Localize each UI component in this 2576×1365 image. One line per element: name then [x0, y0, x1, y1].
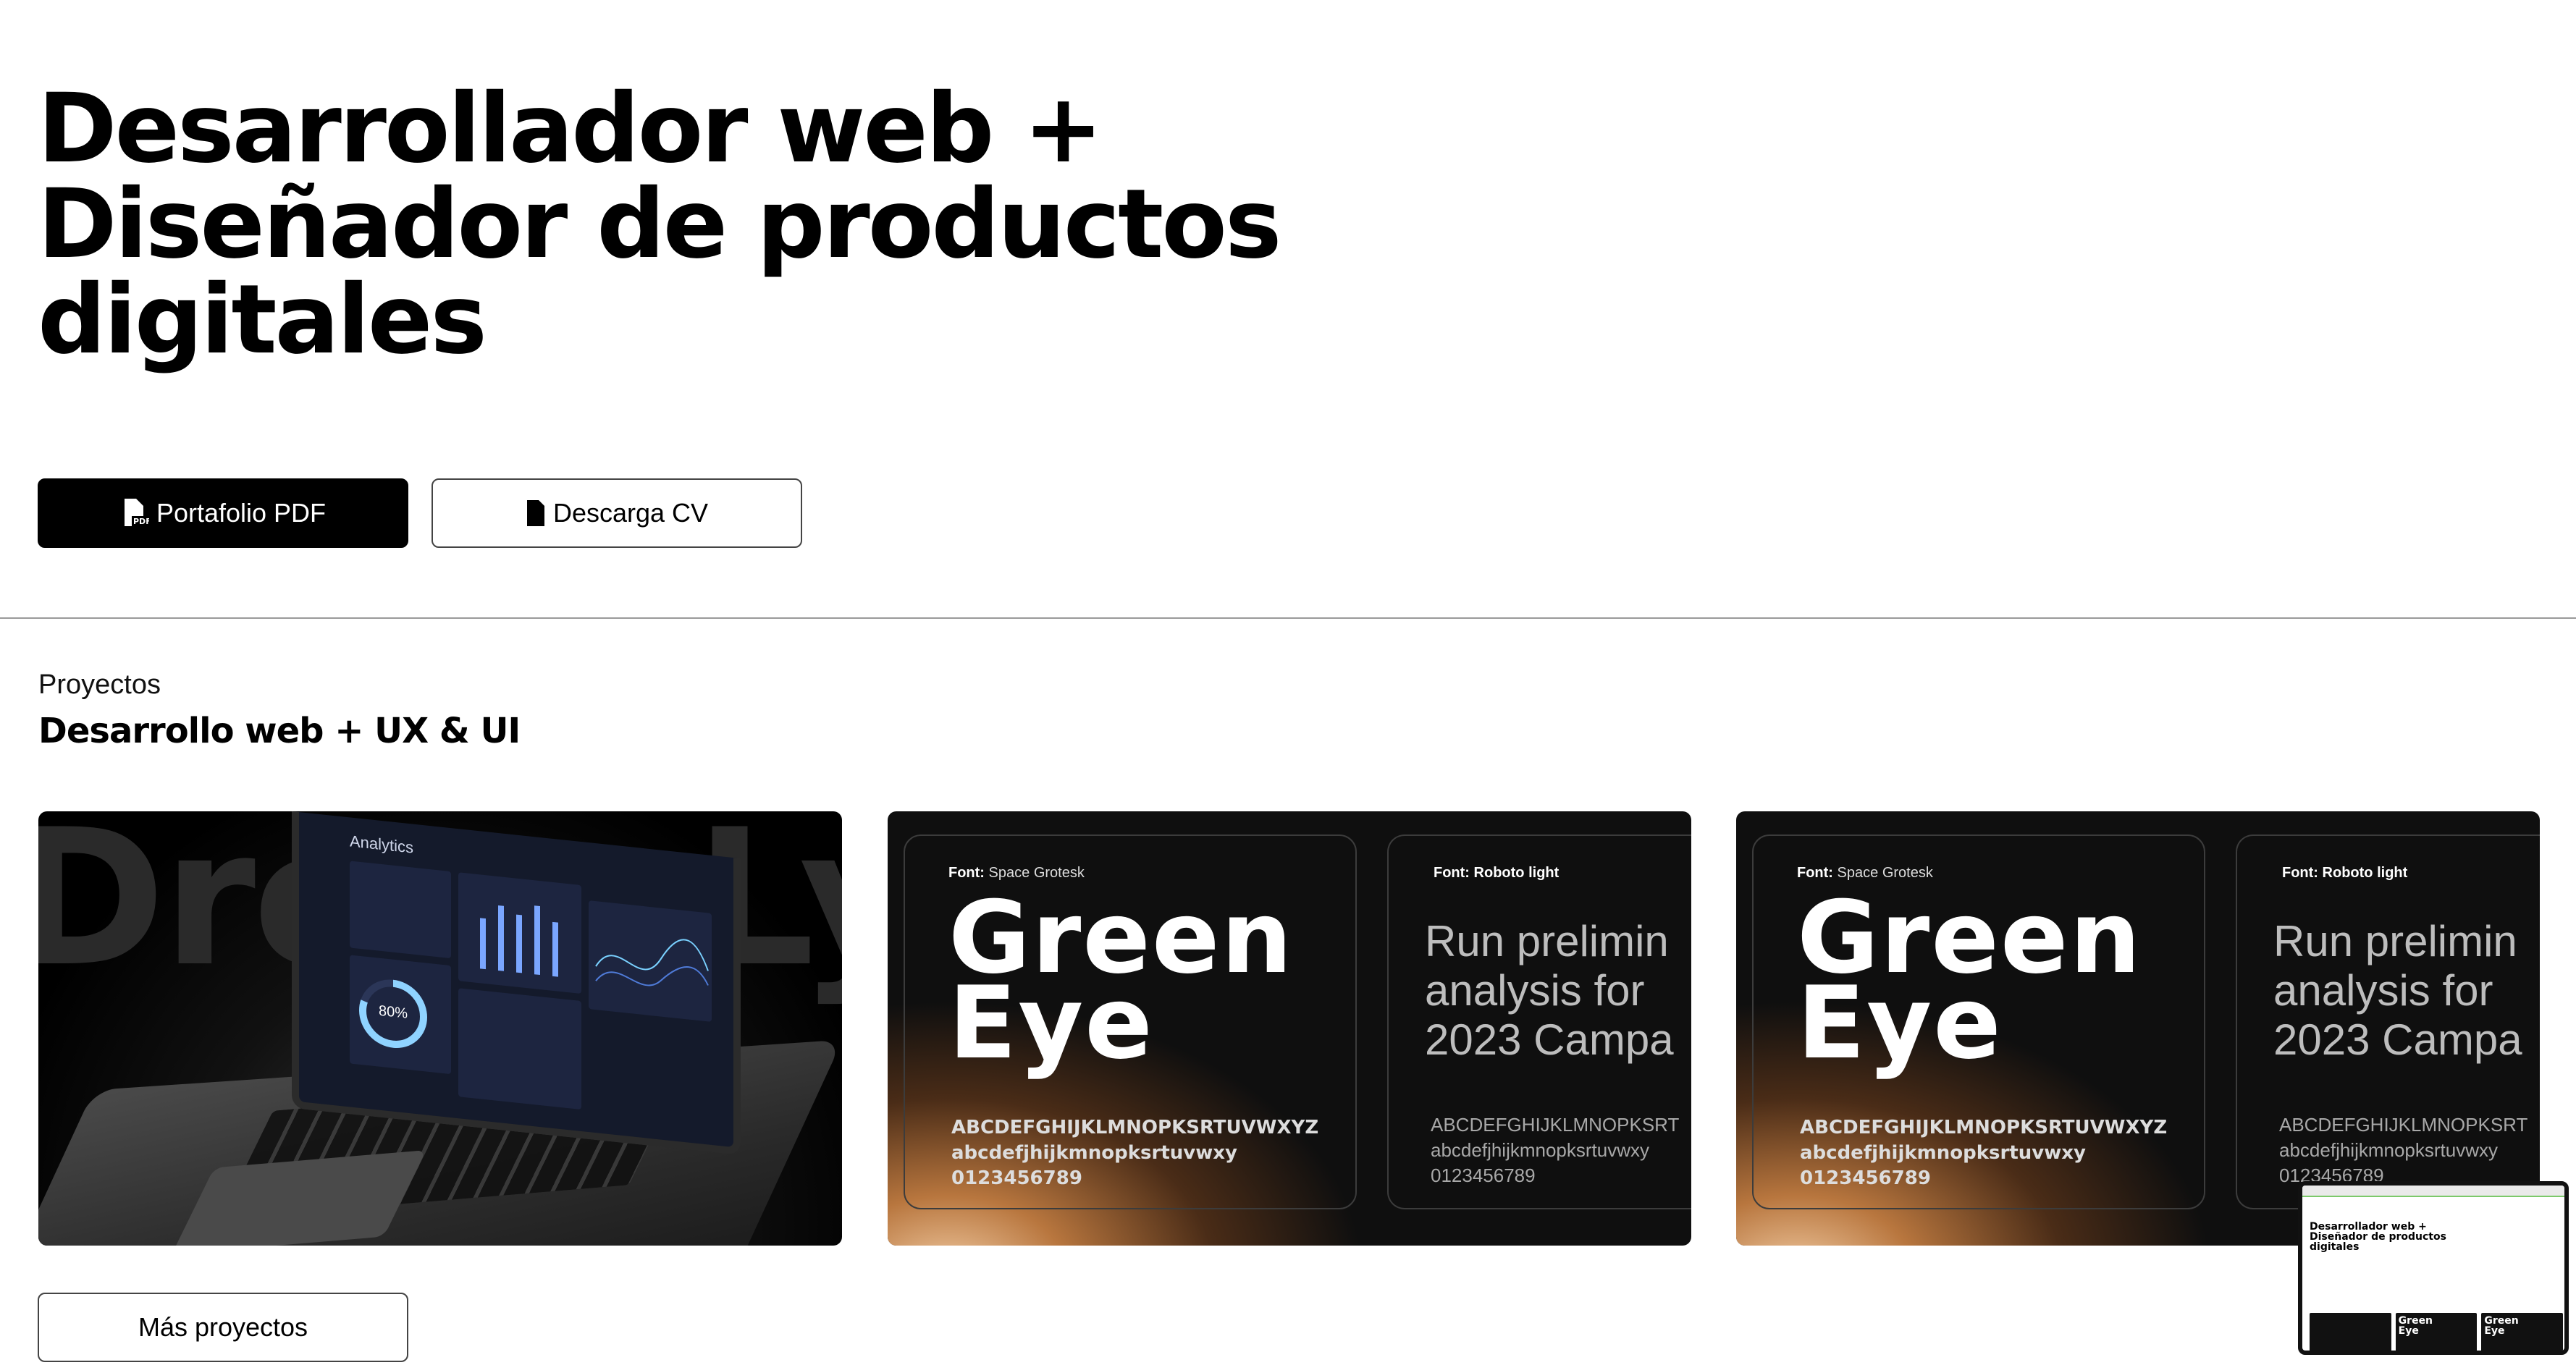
specimen-sample-text: Run prelimin analysis for 2023 Campa — [2273, 917, 2522, 1064]
font-specimen-roboto-light: Font: Roboto light Run prelimin analysis… — [2236, 834, 2540, 1209]
thumbnail-title: Desarrollador web + Diseñador de product… — [2310, 1221, 2446, 1253]
section-kicker: Proyectos — [38, 669, 161, 700]
font-label: Font: Roboto light — [2282, 865, 2408, 881]
specimen-headline: Green Eye — [948, 879, 1294, 1081]
hero-title-line-2: Diseñador de productos — [38, 169, 1281, 280]
thumbnail-card: Green Eye — [2481, 1313, 2564, 1351]
thumbnail-browser-bar — [2302, 1186, 2564, 1197]
screen-panel — [350, 861, 451, 959]
specimen-headline: Green Eye — [1797, 879, 2142, 1081]
portfolio-pdf-button[interactable]: PDF Portafolio PDF — [38, 478, 408, 548]
specimen-sample-text: Run prelimin analysis for 2023 Campa — [1425, 917, 1674, 1064]
section-title: Desarrollo web + UX & UI — [38, 711, 521, 751]
document-icon — [526, 500, 544, 526]
specimen-glyphs: ABCDEFGHIJKLMNOPKSRTUVWXYZ abcdefjhijkmn… — [1800, 1117, 2168, 1189]
thumbnail-card: Green Eye — [2395, 1313, 2478, 1351]
project-card-green-eye-2[interactable]: Font: Space Grotesk Green Eye ABCDEFGHIJ… — [1736, 811, 2540, 1246]
screenshot-preview-thumbnail[interactable]: Desarrollador web + Diseñador de product… — [2298, 1181, 2569, 1355]
project-card-dreamly[interactable]: DreamLy Analytics 80% — [38, 811, 842, 1246]
font-specimen-space-grotesk: Font: Space Grotesk Green Eye ABCDEFGHIJ… — [1752, 834, 2205, 1209]
hero-title-line-1: Desarrollador web + — [38, 73, 1103, 185]
laptop-screen: Analytics 80% — [292, 811, 741, 1156]
specimen-glyphs: ABCDEFGHIJKLMNOPKSRT abcdefjhijkmnopksrt… — [2279, 1114, 2528, 1186]
hero-title: Desarrollador web + Diseñador de product… — [38, 81, 1341, 368]
hero-title-line-3: digitales — [38, 264, 487, 376]
thumbnail-cards: Green Eye Green Eye — [2310, 1313, 2564, 1351]
specimen-glyphs: ABCDEFGHIJKLMNOPKSRT abcdefjhijkmnopksrt… — [1431, 1114, 1680, 1186]
download-cv-button[interactable]: Descarga CV — [432, 478, 802, 548]
portfolio-pdf-label: Portafolio PDF — [156, 498, 327, 528]
screen-panel-bars — [458, 872, 581, 994]
thumbnail-card — [2310, 1313, 2391, 1351]
screen-panel-gauge: 80% — [350, 955, 451, 1075]
font-specimen-space-grotesk: Font: Space Grotesk Green Eye ABCDEFGHIJ… — [904, 834, 1357, 1209]
font-specimen-roboto-light: Font: Roboto light Run prelimin analysis… — [1387, 834, 1691, 1209]
svg-text:PDF: PDF — [133, 517, 149, 526]
project-card-green-eye[interactable]: Font: Space Grotesk Green Eye ABCDEFGHIJ… — [888, 811, 1691, 1246]
pdf-file-icon: PDF — [124, 499, 149, 526]
screen-panel-scatter — [458, 988, 581, 1110]
font-label: Font: Roboto light — [1434, 865, 1560, 881]
section-divider — [0, 617, 2576, 619]
more-projects-label: Más proyectos — [138, 1312, 308, 1342]
download-cv-label: Descarga CV — [552, 498, 709, 528]
specimen-glyphs: ABCDEFGHIJKLMNOPKSRTUVWXYZ abcdefjhijkmn… — [951, 1117, 1319, 1189]
more-projects-button[interactable]: Más proyectos — [38, 1293, 408, 1362]
screen-panel-lines — [589, 900, 712, 1022]
line-chart-graphic — [595, 939, 709, 986]
